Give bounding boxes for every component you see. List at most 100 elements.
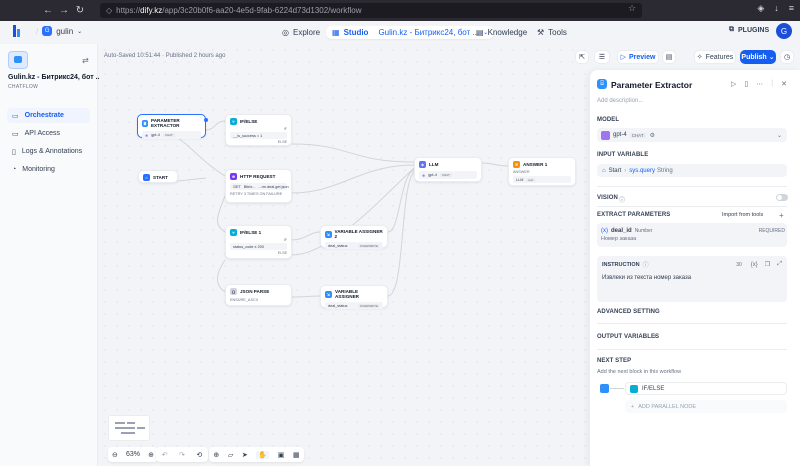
branch-icon [630,384,638,393]
sidebar-item-orchestrate[interactable]: ▭ Orchestrate [7,108,90,123]
nav-studio-label: Studio [343,28,369,37]
hand-icon[interactable]: ✋ [256,450,270,459]
node-start[interactable]: ⌂ START [138,170,178,183]
workflow-canvas[interactable] [99,44,589,466]
forward-icon[interactable]: → [56,5,72,16]
node-ifelse-1[interactable]: ⑂ IF/ELSE 1 IF status_code ≠ 200 ELSE [225,225,292,259]
pocket-icon[interactable]: ◈ [757,3,764,14]
node-llm[interactable]: ◈ LLM ✺ gpt-4 CHAT [414,157,482,182]
nav-current-app[interactable]: Gulin.kz - Битрикс24, бот ... [378,28,479,37]
user-avatar[interactable]: G [776,23,792,39]
add-icon[interactable]: + [779,211,784,220]
node-ifelse[interactable]: ⑂ IF/ELSE IF __is_success = 1 ELSE [225,114,292,146]
reload-icon[interactable]: ↻ [72,5,88,16]
workspace-avatar: G [42,26,53,36]
node-title: IF/ELSE [240,119,258,124]
vision-toggle[interactable] [776,194,788,201]
next-node-name: IF/ELSE [642,385,665,392]
history-controls: ↶ ↷ ⟲ [156,447,208,462]
export-image-icon[interactable]: ▣ [278,451,285,459]
back-icon[interactable]: ← [40,5,56,16]
nav-knowledge[interactable]: ▤ Knowledge [476,26,527,39]
minimap[interactable] [108,415,150,441]
switch-icon[interactable]: ⇄ [82,56,89,65]
add-node-icon[interactable]: ⊕ [213,451,219,459]
features-button[interactable]: ✧ Features [694,50,736,64]
else-label: ELSE [277,140,287,144]
sidebar-item-logs[interactable]: ▯ Logs & Annotations [7,144,90,159]
expand-icon[interactable]: ⤢ [777,261,782,268]
redo-icon[interactable]: ↷ [179,451,185,459]
insert-variable-icon[interactable]: {x} [751,262,758,268]
input-variable-label: INPUT VARIABLE [597,152,649,158]
node-http-request[interactable]: ⊕ HTTP REQUEST GET ​Bitrix... ...rm.deal.ge… [225,169,292,203]
env-variables-button[interactable]: ⇱ [575,50,589,64]
instruction-label: INSTRUCTION [602,261,640,268]
publish-button[interactable]: Publish ⌄ [740,50,776,64]
preview-label: Preview [628,53,656,61]
next-node-ifelse[interactable]: IF/ELSE [625,382,787,395]
nav-studio[interactable]: ▦ Studio Gulin.kz - Битрикс24, бот ... ⌄ [326,26,495,39]
zoom-out-icon[interactable]: ⊖ [112,451,118,459]
close-icon[interactable]: ✕ [781,80,787,88]
input-type: String [656,167,673,174]
dify-logo-icon[interactable] [13,25,23,37]
more-icon[interactable]: ⋯ [756,80,763,88]
downloads-icon[interactable]: ↓ [774,3,779,14]
menu-icon[interactable]: ≡ [789,3,794,14]
bookmark-star-icon[interactable]: ☆ [628,3,636,14]
import-from-tools-link[interactable]: Import from tools [722,212,763,218]
terminal-icon: ▭ [12,130,19,138]
node-parameter-extractor[interactable]: ⌸ PARAMETER EXTRACTOR ✺ gpt-4 CHAT [137,114,206,139]
input-source: Start [608,167,622,174]
node-answer[interactable]: ✉ ANSWER 1 ANSWER LLM text [508,157,576,186]
history-icon[interactable]: ⟲ [196,451,202,459]
branch-icon: ⑂ [230,229,237,236]
node-output-handle[interactable] [204,118,208,122]
param-item[interactable]: (x) deal_id Number REQUIRED Номер заказа [597,223,787,247]
organize-icon[interactable]: ▦ [293,451,300,459]
nav-tools[interactable]: ⚒ Tools [537,26,567,39]
undo-icon[interactable]: ↶ [162,451,168,459]
sidebar-item-api-access[interactable]: ▭ API Access [7,126,90,141]
help-book-icon[interactable]: ▯ [744,80,748,88]
chevron-right-icon[interactable]: › [654,334,656,340]
instruction-editor[interactable]: INSTRUCTION ⓘ 30 {x} ❐ ⤢ Извлеки из текс… [597,256,787,302]
zoom-controls: ⊖ 63% ⊕ [108,447,158,462]
plugins-button[interactable]: ⧉ PLUGINS [729,26,769,34]
description-input[interactable]: Add description... [597,98,643,104]
add-parallel-node-button[interactable]: + ADD PARALLEL NODE [625,400,787,413]
run-icon[interactable]: ▷ [731,80,736,88]
if-label: IF [283,127,287,131]
copy-icon[interactable]: ❐ [765,261,770,268]
chevron-right-icon[interactable]: › [650,309,652,315]
version-history-button[interactable]: ◷ [780,50,794,64]
node-json-parse[interactable]: {} JSON PARSE ENSURE_ASCII [225,284,292,306]
model-name: gpt-4 [613,132,627,138]
sidebar-item-label: Orchestrate [24,112,64,119]
node-variable-assigner-2[interactable]: ⇲ VARIABLE ASSIGNER 2 deal_status OVERWRIT… [320,225,388,249]
nav-explore[interactable]: ◎ Explore [282,26,320,39]
plugins-label: PLUGINS [738,26,770,34]
pointer-icon[interactable]: ➤ [242,451,248,459]
panel-title[interactable]: Parameter Extractor [611,80,692,90]
conversation-variables-button[interactable]: ☰ [594,50,610,64]
add-note-icon[interactable]: ▱ [228,451,233,459]
zoom-level[interactable]: 63% [126,451,140,458]
input-variable-selector[interactable]: ⌂ Start › sys.query String [597,164,787,177]
wrench-icon: ⚒ [537,28,545,37]
url-path: /app/3c20b0f6-aa20-4e5d-9fab-6224d73d130… [162,6,362,15]
app-type: CHATFLOW [8,84,39,90]
checklist-button[interactable]: ▤ [662,50,676,64]
instruction-text[interactable]: Извлеки из текста номер заказа [602,275,691,281]
info-icon: ⓘ [642,263,649,269]
model-selector[interactable]: gpt-4 CHAT ⚙ ⌄ [597,128,787,142]
preview-button[interactable]: ▷ Preview [617,50,659,64]
sidebar-item-monitoring[interactable]: ◔ Monitoring [7,162,90,177]
overwrite-badge: OVERWRITE [357,243,380,248]
url-bar[interactable]: ◇ https://dify.kz/app/3c20b0f6-aa20-4e5d… [100,3,642,18]
node-variable-assigner[interactable]: ⇲ VARIABLE ASSIGNER deal_status OVERWRITE [320,285,388,309]
workspace-switcher[interactable]: / G gulin ⌄ [36,26,82,36]
output-variables-label[interactable]: OUTPUT VARIABLES [597,334,659,340]
zoom-in-icon[interactable]: ⊕ [148,451,154,459]
